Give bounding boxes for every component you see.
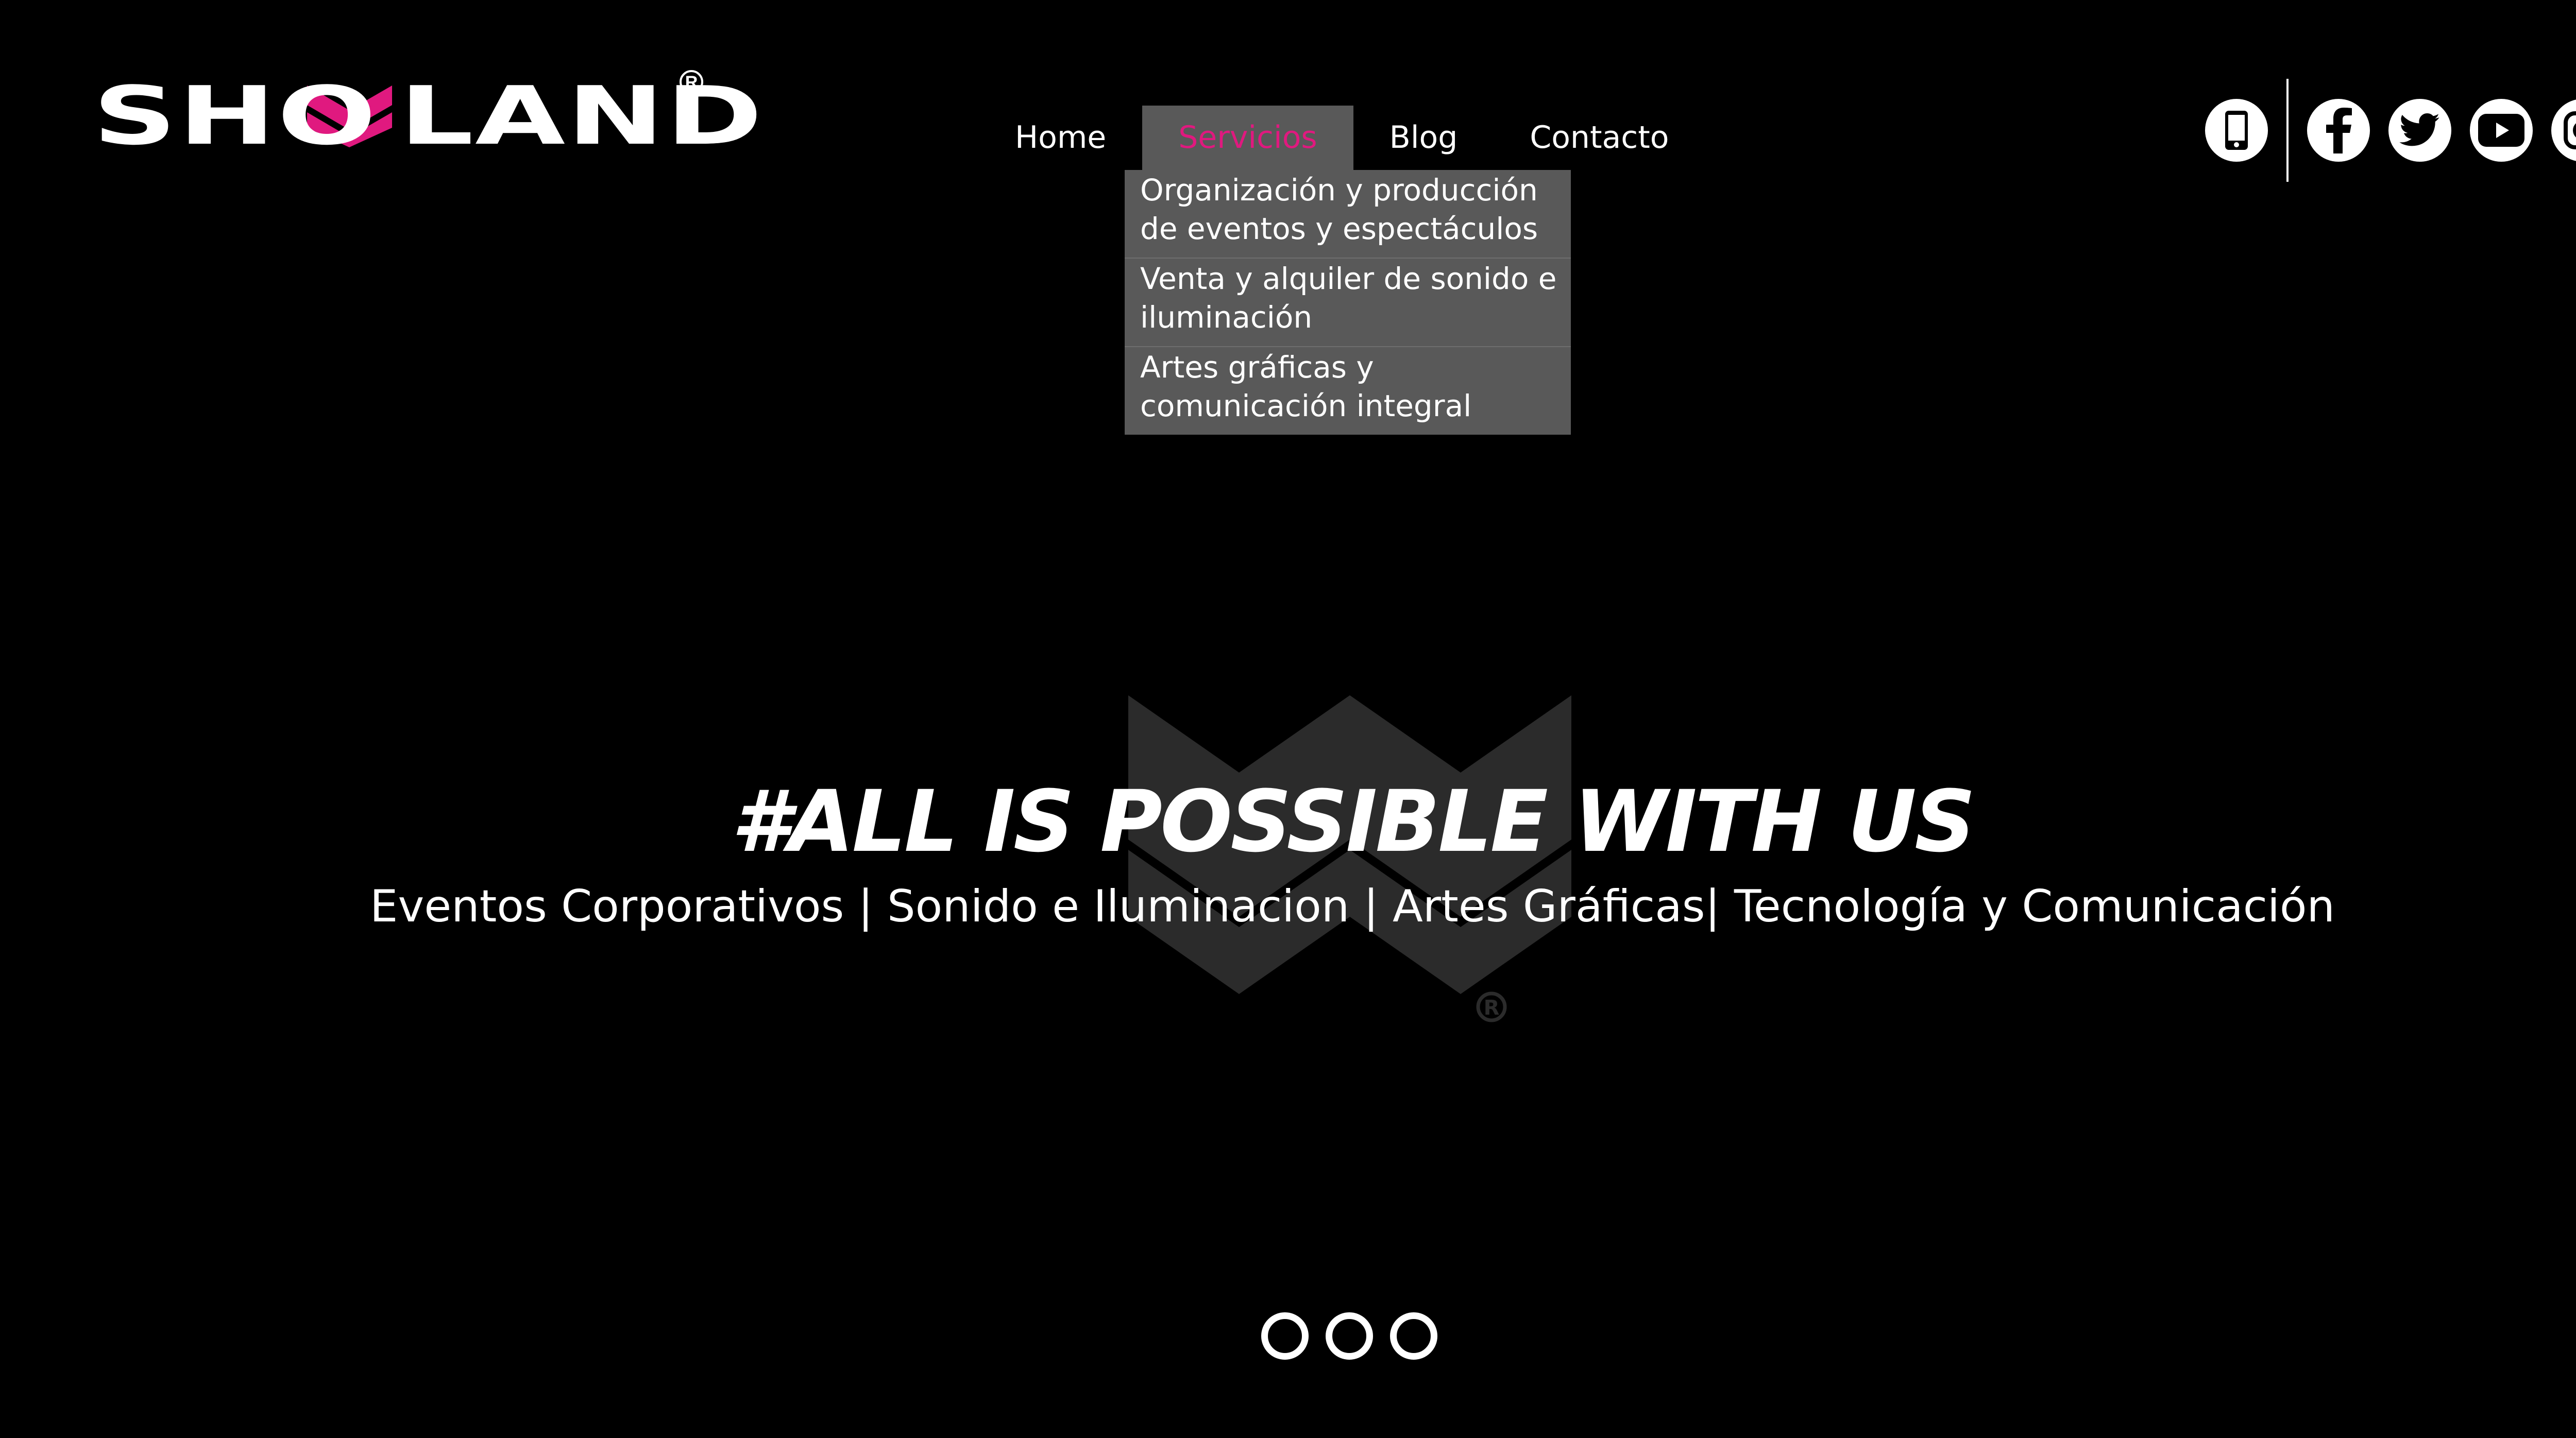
dropdown-item-line: iluminación <box>1140 300 1313 335</box>
dropdown-item-eventos[interactable]: Organización y producción de eventos y e… <box>1125 170 1571 259</box>
dropdown-item-line: de eventos y espectáculos <box>1140 211 1538 246</box>
servicios-dropdown: Organización y producción de eventos y e… <box>1125 170 1571 435</box>
nav-item-home[interactable]: Home <box>979 106 1142 170</box>
dropdown-item-line: Organización y producción <box>1140 173 1538 208</box>
social-links <box>2205 78 2576 182</box>
slider-dot[interactable] <box>1326 1312 1373 1360</box>
nav-item-contacto[interactable]: Contacto <box>1494 106 1705 170</box>
twitter-icon[interactable] <box>2388 98 2451 162</box>
showland-logo[interactable]: SHO LAND R <box>93 69 762 163</box>
phone-icon[interactable] <box>2205 98 2268 162</box>
hero-title: #ALL IS POSSIBLE WITH US <box>731 772 1976 871</box>
page: SHO LAND R Home Servicios Blog Contacto … <box>0 0 2576 1438</box>
dropdown-item-sonido[interactable]: Venta y alquiler de sonido e iluminación <box>1125 259 1571 347</box>
slider-dot[interactable] <box>1390 1312 1437 1360</box>
instagram-icon[interactable] <box>2551 98 2576 162</box>
social-divider <box>2286 78 2289 182</box>
main-nav: Home Servicios Blog Contacto <box>979 106 1705 170</box>
dropdown-item-line: comunicación integral <box>1140 388 1472 423</box>
slider-dot[interactable] <box>1261 1312 1309 1360</box>
facebook-icon[interactable] <box>2307 98 2370 162</box>
dropdown-item-line: Artes gráficas y <box>1140 350 1374 385</box>
dropdown-item-line: Venta y alquiler de sonido e <box>1140 261 1557 296</box>
logo-text-right: LAND <box>399 69 764 163</box>
nav-item-servicios[interactable]: Servicios <box>1142 106 1353 170</box>
nav-item-blog[interactable]: Blog <box>1353 106 1494 170</box>
hero-subtitle: Eventos Corporativos | Sonido e Iluminac… <box>369 881 2335 932</box>
youtube-icon[interactable] <box>2470 98 2533 162</box>
logo-text-left: SHO <box>93 69 378 163</box>
dropdown-item-artes[interactable]: Artes gráficas y comunicación integral <box>1125 347 1571 435</box>
watermark-registered: R <box>1484 996 1500 1020</box>
slider-dots <box>1261 1312 1454 1360</box>
